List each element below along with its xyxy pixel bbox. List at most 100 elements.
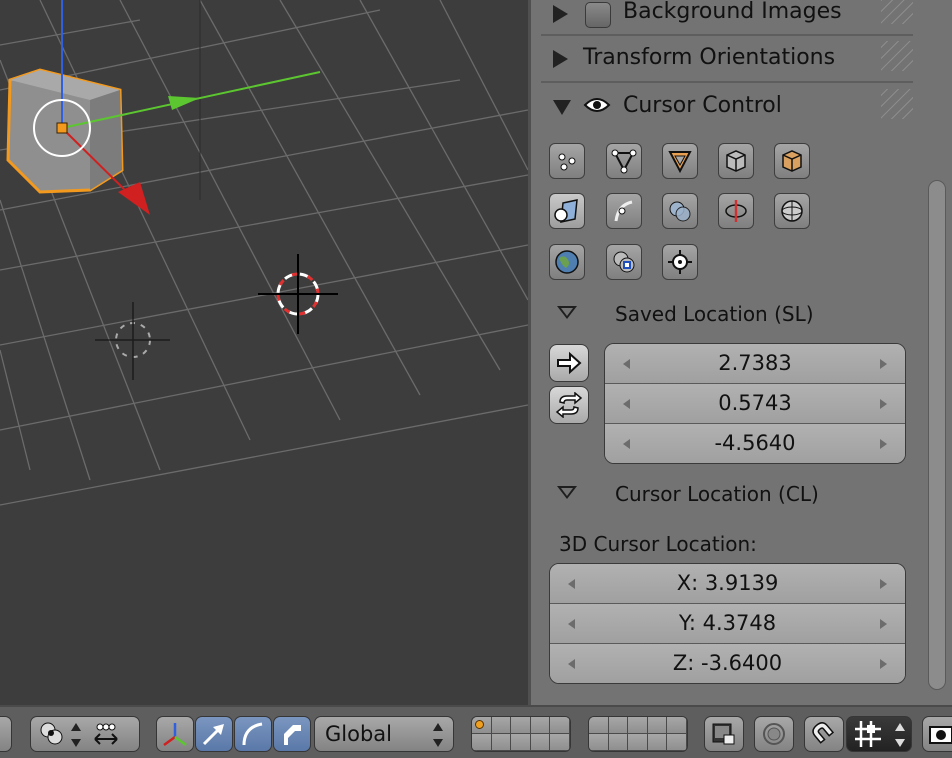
saved-x-field[interactable]: 2.7383 [605, 344, 905, 384]
3d-viewport[interactable] [0, 0, 528, 705]
layer-button[interactable] [667, 717, 687, 734]
drag-grip-icon[interactable] [881, 41, 913, 71]
layer-button[interactable] [511, 717, 531, 734]
drag-grip-icon[interactable] [881, 0, 913, 24]
curve-icon [614, 200, 633, 222]
mode-select-button[interactable] [0, 716, 12, 752]
cursor-to-saved-button[interactable] [549, 344, 589, 382]
manipulator-toggle-button[interactable] [156, 716, 194, 752]
enable-checkbox[interactable] [585, 2, 611, 28]
layers-grid-2[interactable] [588, 716, 688, 752]
panel-scrollbar[interactable] [928, 180, 946, 690]
layer-button[interactable] [589, 717, 609, 734]
render-button[interactable] [922, 716, 952, 752]
spiral-icon [725, 200, 747, 222]
circles-icon [669, 201, 691, 222]
orientation-value: Global [325, 722, 392, 746]
layer-button[interactable] [628, 734, 648, 751]
layers-grid-1[interactable] [471, 716, 571, 752]
cursor-location-collapse-icon[interactable] [557, 486, 577, 499]
saved-location-fields: 2.7383 0.5743 -4.5640 [604, 343, 906, 464]
cursor-x-field[interactable]: X: 3.9139 [550, 564, 905, 604]
decrement-arrow-icon[interactable] [568, 579, 575, 589]
layer-button[interactable] [667, 734, 687, 751]
saved-location-title: Saved Location (SL) [615, 302, 814, 326]
path-button[interactable] [718, 193, 754, 229]
axes-icon [163, 723, 187, 747]
increment-arrow-icon[interactable] [880, 399, 887, 409]
drag-grip-icon[interactable] [881, 89, 913, 119]
layer-button[interactable] [550, 717, 570, 734]
layer-button[interactable] [647, 734, 668, 751]
cursor-control-header[interactable]: Cursor Control [541, 85, 913, 129]
cursor-y-field[interactable]: Y: 4.3748 [550, 604, 905, 644]
world-icon [555, 250, 579, 274]
saved-location-collapse-icon[interactable] [557, 306, 577, 319]
cursor-to-center-button[interactable] [606, 244, 642, 280]
snap-element-select[interactable] [846, 716, 912, 752]
layer-button[interactable] [530, 717, 551, 734]
layer-button[interactable] [511, 734, 531, 751]
arrow-right-icon [557, 351, 582, 375]
decrement-arrow-icon[interactable] [623, 399, 630, 409]
eye-icon[interactable] [583, 95, 611, 121]
increment-arrow-icon[interactable] [880, 359, 887, 369]
layer-button[interactable] [491, 717, 512, 734]
proportional-editing-button[interactable] [754, 716, 794, 752]
layer-button[interactable] [491, 734, 512, 751]
layer-button[interactable] [530, 734, 551, 751]
saved-y-field[interactable]: 0.5743 [605, 384, 905, 424]
snap-toggle-button[interactable] [804, 716, 844, 752]
cursor-target-button[interactable] [662, 244, 698, 280]
cursor-to-selected-object-button[interactable] [774, 143, 810, 179]
lock-layers-button[interactable] [704, 716, 744, 752]
cursor-z-value: Z: -3.6400 [672, 651, 783, 675]
layer-button[interactable] [608, 717, 629, 734]
layer-button[interactable] [647, 717, 668, 734]
layer-button[interactable] [472, 734, 492, 751]
layer-button[interactable] [628, 717, 648, 734]
layer-button[interactable] [550, 734, 570, 751]
cube-icon [726, 150, 746, 172]
translate-manipulator-button[interactable] [195, 716, 233, 752]
crosshair-icon [668, 250, 692, 274]
layer-button[interactable] [589, 734, 609, 751]
cursor-to-faces-button[interactable] [662, 143, 698, 179]
increment-arrow-icon[interactable] [880, 619, 887, 629]
decrement-arrow-icon[interactable] [623, 359, 630, 369]
scale-manipulator-button[interactable] [273, 716, 311, 752]
rotate-manipulator-button[interactable] [234, 716, 272, 752]
updown-arrows-icon [895, 723, 905, 747]
background-images-header[interactable]: Background Images [541, 0, 913, 36]
increment-arrow-icon[interactable] [880, 579, 887, 589]
proportional-circle-icon [763, 723, 785, 745]
saved-z-field[interactable]: -4.5640 [605, 424, 905, 463]
cursor-z-field[interactable]: Z: -3.6400 [550, 644, 905, 683]
surface-snap-button[interactable] [549, 193, 585, 229]
layer-button[interactable] [472, 717, 492, 734]
decrement-arrow-icon[interactable] [568, 659, 575, 669]
sphere-button[interactable] [774, 193, 810, 229]
transform-orientation-select[interactable]: Global [314, 716, 454, 752]
increment-arrow-icon[interactable] [880, 659, 887, 669]
decrement-arrow-icon[interactable] [568, 619, 575, 629]
expand-icon [553, 5, 568, 23]
cursor-to-object-button[interactable] [718, 143, 754, 179]
pivot-point-select[interactable] [30, 716, 140, 752]
curve-snap-button[interactable] [606, 193, 642, 229]
saved-x-value: 2.7383 [718, 351, 792, 375]
layer-button[interactable] [608, 734, 629, 751]
cursor-to-edges-button[interactable] [606, 143, 642, 179]
magnet-icon [812, 722, 835, 744]
cursor-location-title: Cursor Location (CL) [615, 482, 819, 506]
cursor-to-world-origin-button[interactable] [549, 244, 585, 280]
cursor-to-vertices-button[interactable] [549, 143, 585, 179]
cube-solid-icon [782, 150, 802, 172]
transform-orientations-header[interactable]: Transform Orientations [541, 37, 913, 83]
increment-arrow-icon[interactable] [880, 439, 887, 449]
swap-location-button[interactable] [549, 386, 589, 424]
section-label: Transform Orientations [583, 45, 836, 70]
intersection-button[interactable] [662, 193, 698, 229]
scale-icon [284, 725, 301, 745]
decrement-arrow-icon[interactable] [623, 439, 630, 449]
